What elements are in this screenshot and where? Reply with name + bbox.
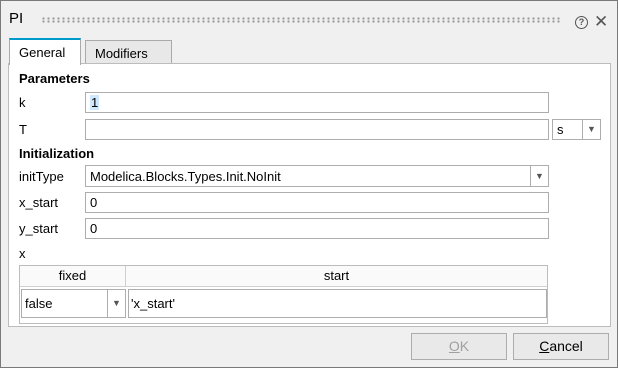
ok-button-post: K xyxy=(459,338,470,354)
tab-modifiers[interactable]: Modifiers xyxy=(85,40,172,64)
fixed-select[interactable]: false ▼ xyxy=(21,289,126,318)
k-label: k xyxy=(19,95,26,110)
parameters-heading: Parameters xyxy=(19,71,90,86)
cancel-button-accel: C xyxy=(539,338,550,354)
x-label: x xyxy=(19,246,26,261)
k-value: 1 xyxy=(90,95,100,110)
column-header-start[interactable]: start xyxy=(126,266,547,287)
help-icon[interactable]: ? xyxy=(575,16,588,29)
y_start-label: y_start xyxy=(19,221,59,236)
title-bar[interactable]: PI ? ✕ xyxy=(1,1,617,35)
T-label: T xyxy=(19,122,27,137)
initType-value: Modelica.Blocks.Types.Init.NoInit xyxy=(90,169,281,184)
start-input[interactable]: 'x_start' xyxy=(128,289,547,318)
initialization-heading: Initialization xyxy=(19,146,95,161)
column-header-fixed[interactable]: fixed xyxy=(20,266,126,287)
fixed-value: false xyxy=(25,296,53,311)
x_start-label: x_start xyxy=(19,195,59,210)
pi-dialog: PI ? ✕ General Modifiers Parameters k 1 … xyxy=(0,0,618,368)
cancel-button-post: ancel xyxy=(549,338,583,354)
window-title: PI xyxy=(9,10,24,27)
y_start-input[interactable]: 0 xyxy=(85,218,549,239)
T-unit-select[interactable]: s ▼ xyxy=(552,119,601,140)
close-icon[interactable]: ✕ xyxy=(594,12,608,32)
T-unit-value: s xyxy=(557,122,564,137)
ok-button-accel: O xyxy=(448,338,460,354)
tab-general[interactable]: General xyxy=(9,38,81,65)
chevron-down-icon: ▼ xyxy=(107,290,125,317)
k-input[interactable]: 1 xyxy=(85,92,549,113)
x_start-input[interactable]: 0 xyxy=(85,192,549,213)
initType-label: initType xyxy=(19,169,64,184)
x-table: fixed start false ▼ 'x_start' xyxy=(19,265,548,324)
drag-grip[interactable] xyxy=(41,17,561,23)
cancel-button[interactable]: Cancel xyxy=(513,333,609,360)
general-panel: Parameters k 1 T s ▼ Initialization init… xyxy=(8,63,611,327)
T-input[interactable] xyxy=(85,119,549,140)
chevron-down-icon: ▼ xyxy=(530,166,548,186)
initType-combo[interactable]: Modelica.Blocks.Types.Init.NoInit ▼ xyxy=(85,165,549,187)
chevron-down-icon: ▼ xyxy=(582,120,600,139)
ok-button[interactable]: OK xyxy=(411,333,507,360)
